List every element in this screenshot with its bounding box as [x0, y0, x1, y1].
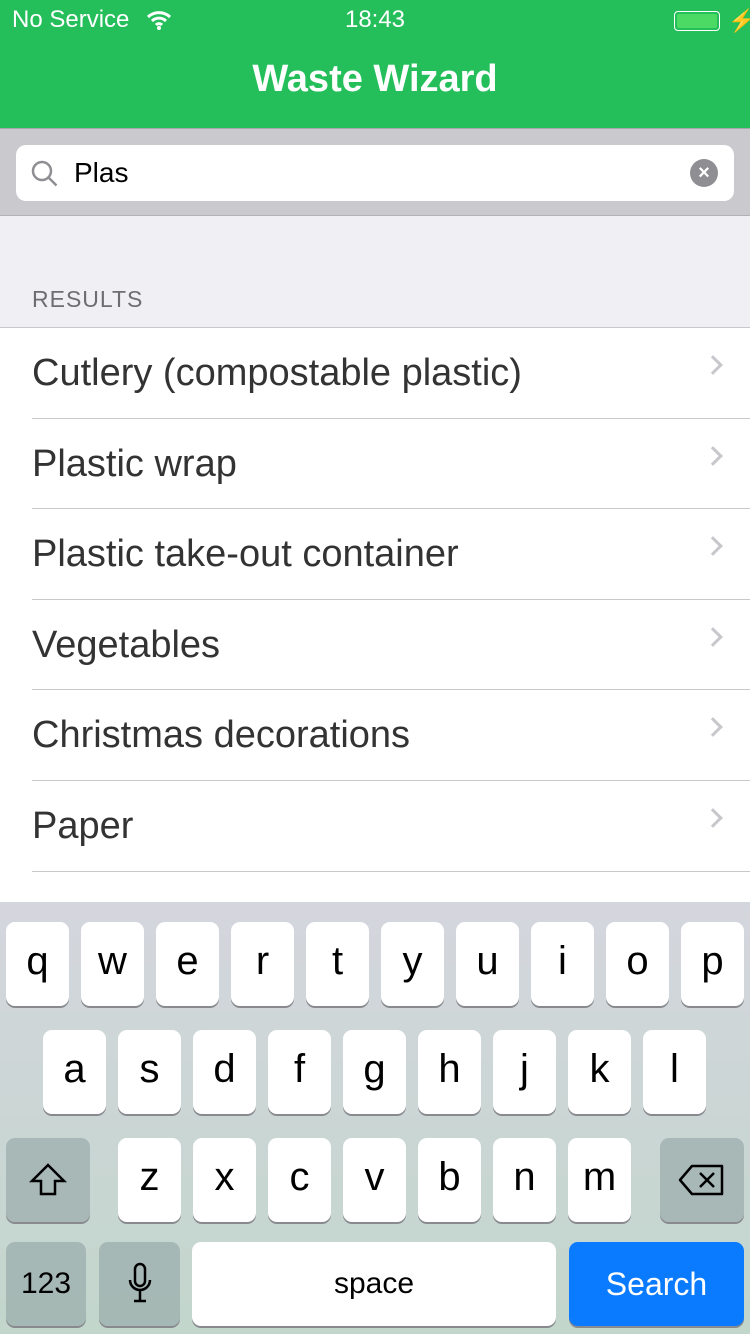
key-g[interactable]: g: [343, 1030, 406, 1114]
shift-icon: [28, 1163, 68, 1196]
key-j[interactable]: j: [493, 1030, 556, 1114]
result-label: Paper: [32, 804, 134, 847]
keyboard: q w e r t y u i o p a s d f g h j k l z x c v b n m 123 space Search: [0, 902, 750, 1334]
backspace-icon: [678, 1164, 724, 1196]
clear-search-button[interactable]: ×: [690, 159, 718, 187]
charging-icon: ⚡: [728, 8, 750, 33]
results-list: Cutlery (compostable plastic) Plastic wra…: [0, 328, 750, 872]
numbers-key[interactable]: 123: [6, 1242, 86, 1326]
key-y[interactable]: y: [381, 922, 444, 1006]
key-f[interactable]: f: [268, 1030, 331, 1114]
result-row[interactable]: Cutlery (compostable plastic): [32, 328, 750, 419]
results-header: RESULTS: [0, 216, 750, 328]
key-a[interactable]: a: [43, 1030, 106, 1114]
result-label: Plastic take-out container: [32, 533, 459, 576]
key-u[interactable]: u: [456, 922, 519, 1006]
chevron-right-icon: [703, 355, 723, 375]
key-e[interactable]: e: [156, 922, 219, 1006]
key-z[interactable]: z: [118, 1138, 181, 1222]
result-row[interactable]: Plastic wrap: [32, 419, 750, 510]
key-t[interactable]: t: [306, 922, 369, 1006]
key-x[interactable]: x: [193, 1138, 256, 1222]
battery-icon: [674, 11, 720, 31]
search-field[interactable]: ×: [16, 145, 734, 201]
key-s[interactable]: s: [118, 1030, 181, 1114]
key-q[interactable]: q: [6, 922, 69, 1006]
delete-key[interactable]: [660, 1138, 744, 1222]
microphone-icon: [128, 1262, 151, 1303]
search-key[interactable]: Search: [569, 1242, 744, 1326]
result-label: Plastic wrap: [32, 442, 237, 485]
search-bar: ×: [0, 128, 750, 216]
key-m[interactable]: m: [568, 1138, 631, 1222]
result-row[interactable]: Paper: [32, 781, 750, 872]
result-label: Christmas decorations: [32, 714, 411, 757]
shift-key[interactable]: [6, 1138, 90, 1222]
result-row[interactable]: Plastic take-out container: [32, 509, 750, 600]
key-h[interactable]: h: [418, 1030, 481, 1114]
space-key[interactable]: space: [192, 1242, 556, 1326]
page-title: Waste Wizard: [252, 58, 498, 100]
key-d[interactable]: d: [193, 1030, 256, 1114]
chevron-right-icon: [703, 717, 723, 738]
search-icon: [31, 160, 58, 187]
chevron-right-icon: [703, 626, 723, 647]
key-b[interactable]: b: [418, 1138, 481, 1222]
result-label: Cutlery (compostable plastic): [32, 352, 522, 394]
key-i[interactable]: i: [531, 922, 594, 1006]
results-label: RESULTS: [32, 286, 144, 312]
key-o[interactable]: o: [606, 922, 669, 1006]
key-p[interactable]: p: [681, 922, 744, 1006]
chevron-right-icon: [703, 445, 723, 466]
result-row[interactable]: Christmas decorations: [32, 690, 750, 781]
result-row[interactable]: Vegetables: [32, 600, 750, 691]
key-k[interactable]: k: [568, 1030, 631, 1114]
chevron-right-icon: [703, 536, 723, 557]
key-w[interactable]: w: [81, 922, 144, 1006]
dictation-key[interactable]: [99, 1242, 180, 1326]
chevron-right-icon: [703, 808, 723, 828]
key-l[interactable]: l: [643, 1030, 706, 1114]
result-label: Vegetables: [32, 623, 221, 666]
key-r[interactable]: r: [231, 922, 294, 1006]
search-input[interactable]: [74, 145, 674, 201]
key-c[interactable]: c: [268, 1138, 331, 1222]
key-v[interactable]: v: [343, 1138, 406, 1222]
nav-bar: No Service 18:43 ⚡ Waste Wizard: [0, 0, 750, 128]
clock: 18:43: [344, 6, 406, 33]
key-n[interactable]: n: [493, 1138, 556, 1222]
